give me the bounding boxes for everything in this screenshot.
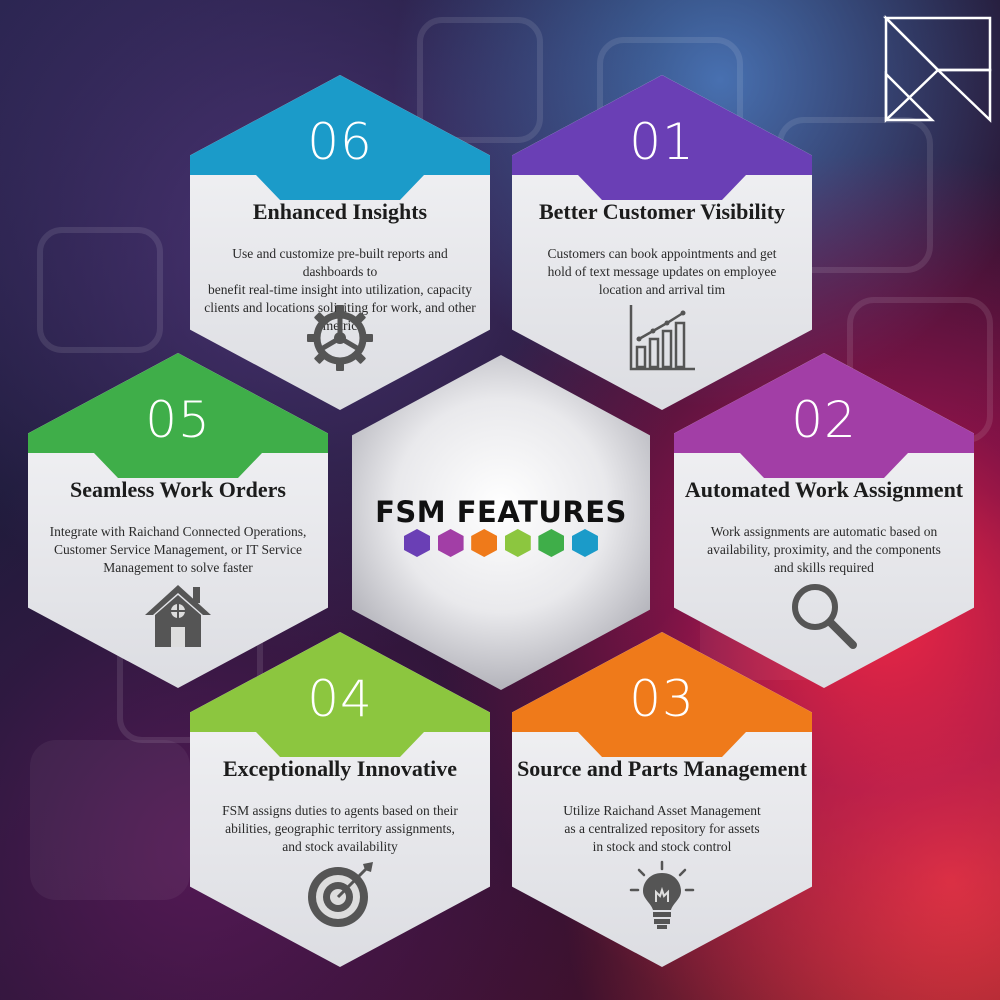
feature-title: Better Customer Visibility [538, 199, 786, 224]
feature-title: Source and Parts Management [517, 756, 807, 781]
description-line: FSM assigns duties to agents based on th… [222, 803, 458, 818]
brand-logo [882, 14, 992, 123]
hexagon-dot [571, 529, 598, 557]
description-line: Utilize Raichand Asset Management [563, 803, 761, 818]
feature-description: Work assignments are automatic based on … [686, 523, 962, 577]
feature-description: Utilize Raichand Asset Management as a c… [524, 802, 800, 856]
description-line: Use and customize pre-built reports and … [232, 246, 448, 279]
description-line: Integrate with Raichand Connected Operat… [49, 524, 307, 539]
description-line: Management to solve faster [103, 560, 253, 575]
magnifier-icon [792, 584, 857, 649]
color-dots [404, 529, 598, 559]
bar-chart-icon [629, 305, 695, 371]
description-line: Work assignments are automatic based on [710, 524, 938, 539]
description-line: location and arrival tim [598, 282, 726, 297]
feature-description: Integrate with Raichand Connected Operat… [40, 523, 316, 577]
target-icon [308, 862, 373, 927]
description-line: abilities, geographic territory assignme… [225, 821, 455, 836]
feature-title: Enhanced Insights [252, 199, 428, 224]
hexagon-dot [504, 529, 531, 557]
hexagon-dot [437, 529, 464, 557]
hexagon-dot [471, 529, 498, 557]
house-icon [145, 585, 211, 647]
feature-title: Automated Work Assignment [684, 477, 964, 502]
center-title: FSM FEATURES [375, 495, 627, 529]
feature-title: Exceptionally Innovative [222, 756, 458, 781]
hexagon-dot [404, 529, 430, 557]
description-line: and skills required [774, 560, 874, 575]
feature-title: Seamless Work Orders [70, 477, 286, 502]
description-line: in stock and stock control [592, 839, 732, 854]
feature-description: FSM assigns duties to agents based on th… [202, 802, 478, 856]
description-line: hold of text message updates on employee [547, 264, 777, 279]
description-line: Customer Service Management, or IT Servi… [54, 542, 302, 557]
gear-icon [307, 305, 373, 371]
description-line: as a centralized repository for assets [564, 821, 760, 836]
description-line: Customers can book appointments and get [547, 246, 777, 261]
description-line: benefit real-time insight into utilizati… [208, 282, 472, 297]
feature-description: Customers can book appointments and get … [524, 245, 800, 299]
description-line: and stock availability [282, 839, 398, 854]
hexagon-dot [538, 529, 565, 557]
lightbulb-icon [629, 860, 695, 929]
description-line: availability, proximity, and the compone… [707, 542, 941, 557]
